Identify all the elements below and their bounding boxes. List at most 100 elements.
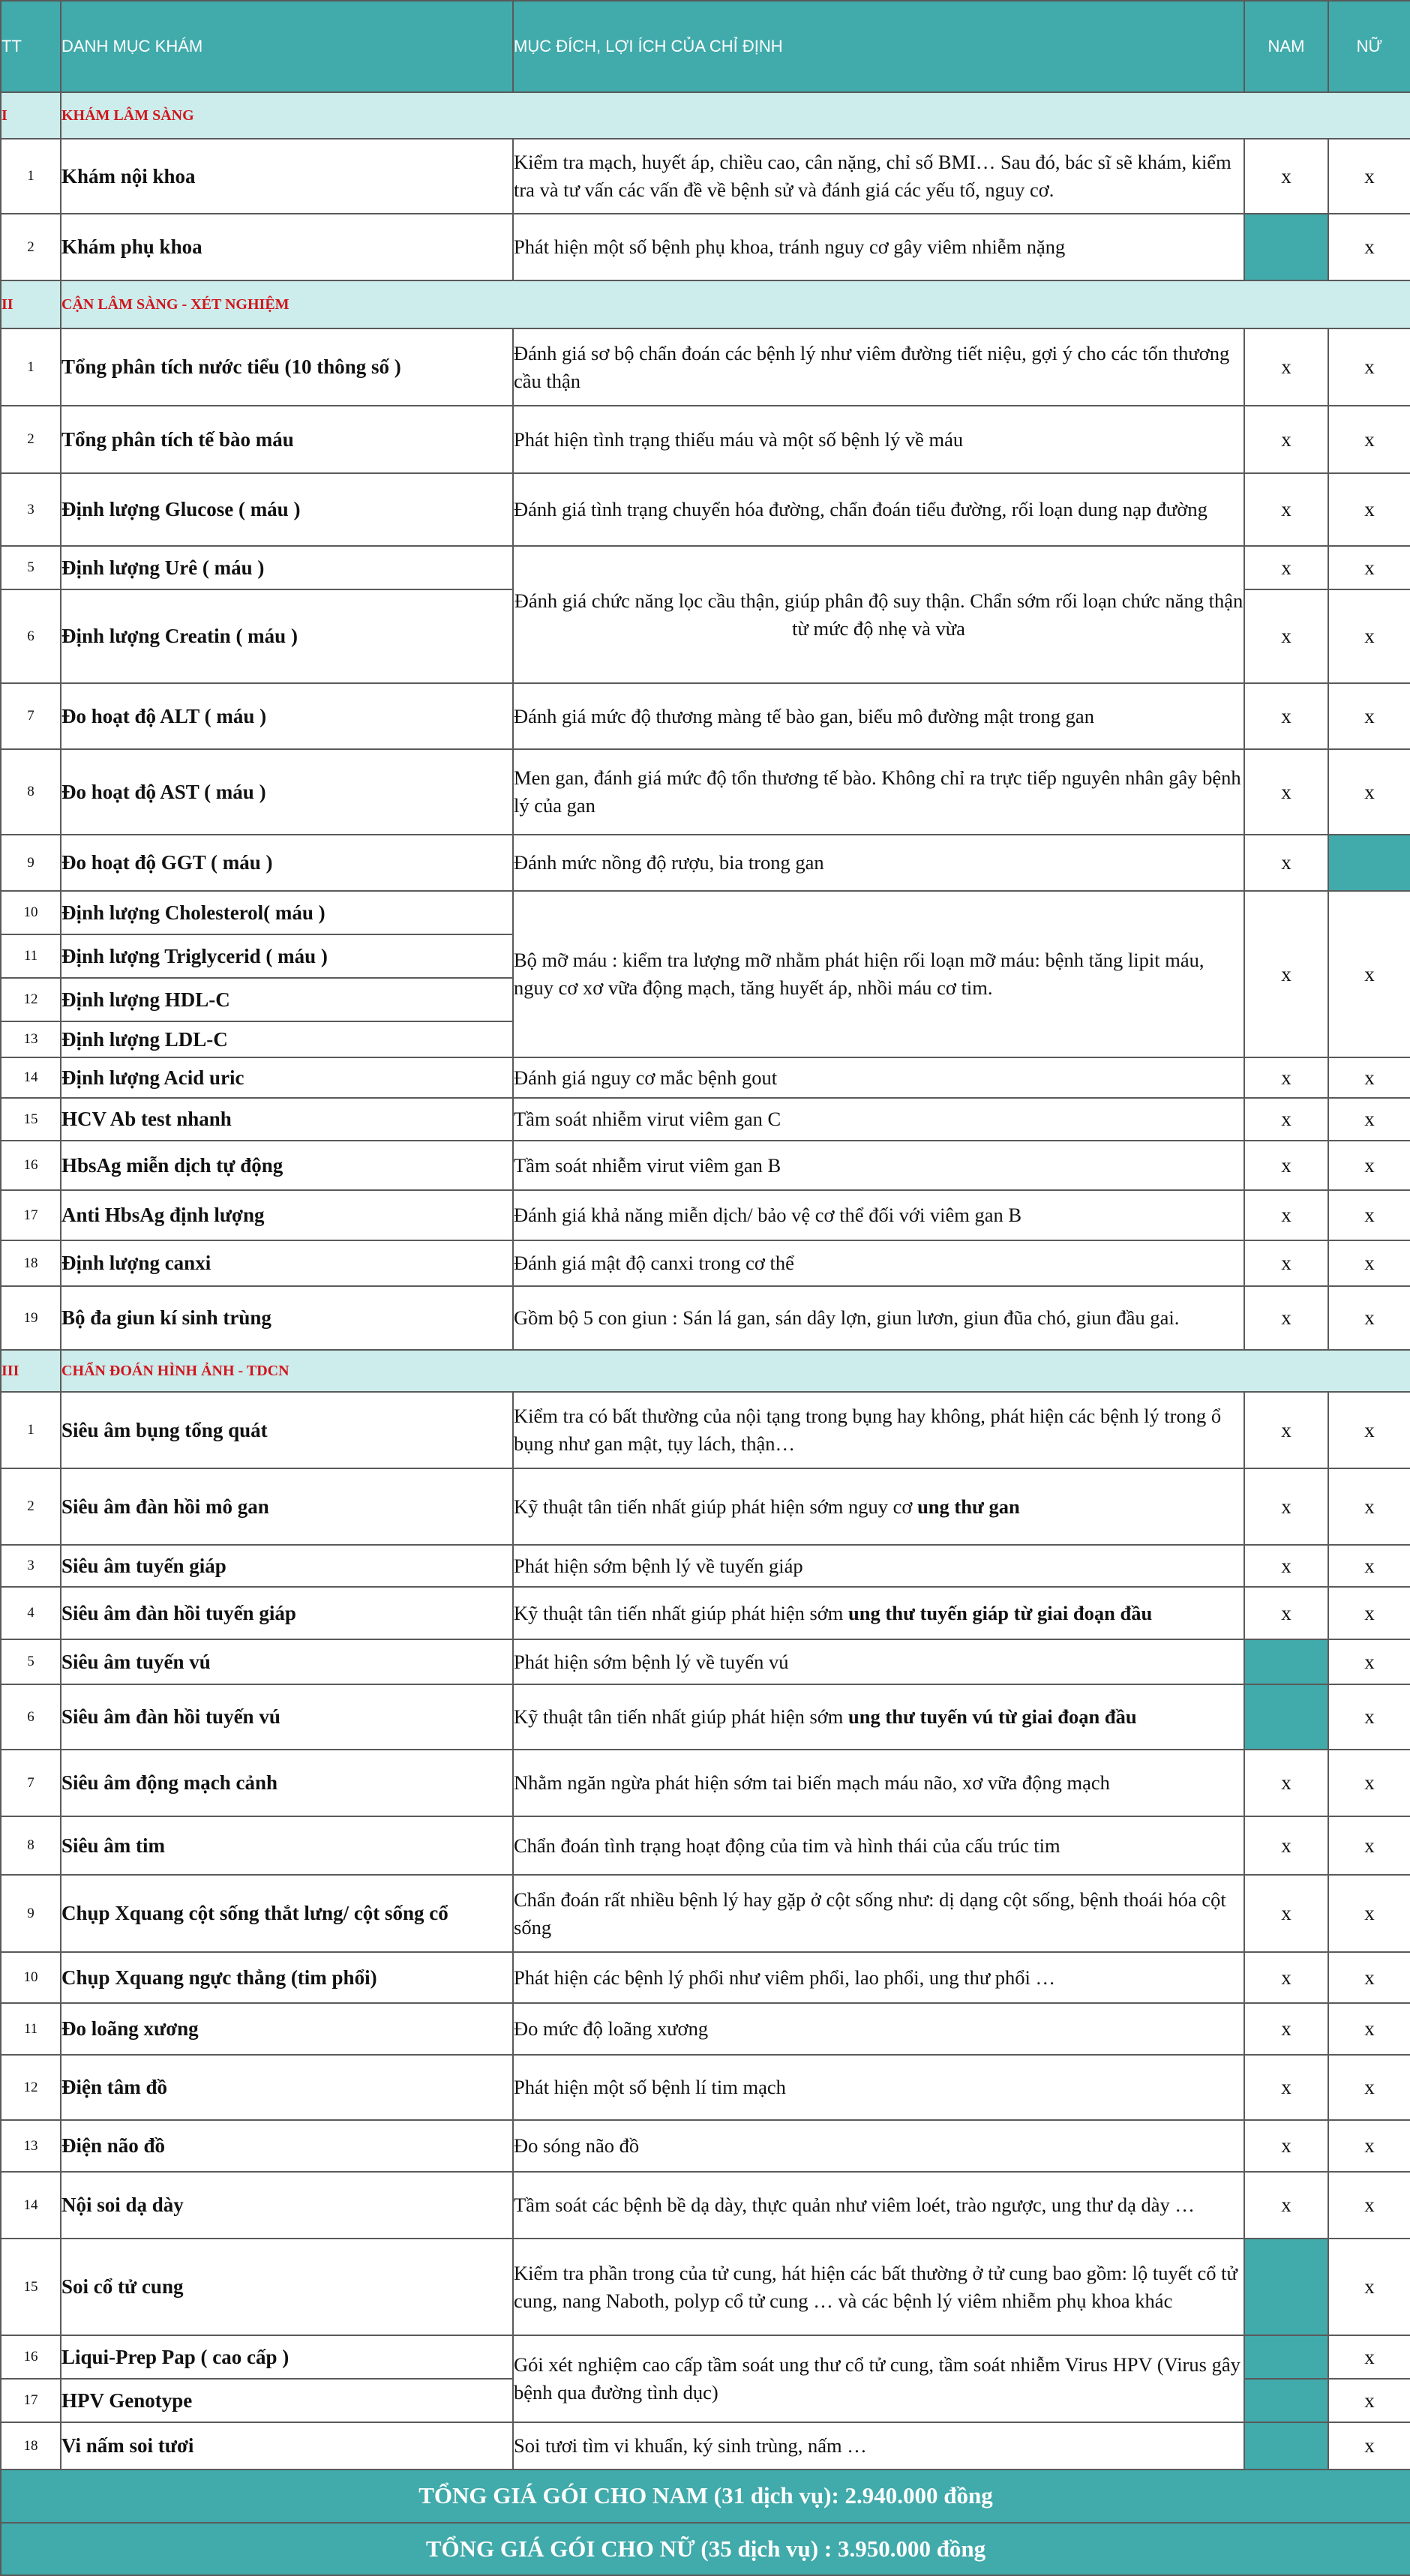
exam-name: Anti HbsAg định lượng xyxy=(60,1189,514,1241)
purpose-text: Kỹ thuật tân tiến nhất giúp phát hiện sớ… xyxy=(514,1601,849,1624)
table-body: I KHÁM LÂM SÀNG 1 Khám nội khoa Kiểm tra mạc… xyxy=(0,91,1410,2576)
female-check: x xyxy=(1328,2238,1410,2336)
exam-purpose: Men gan, đánh giá mức độ tổn thương tế b… xyxy=(512,748,1245,835)
table-row: 11 Đo loãng xương Đo mức độ loãng xương x x xyxy=(0,2002,1410,2056)
total-price-female: TỔNG GIÁ GÓI CHO NỮ (35 dịch vụ) : 3.950… xyxy=(0,2521,1410,2576)
female-check: x xyxy=(1328,1140,1410,1191)
exam-purpose: Kiểm tra mạch, huyết áp, chiều cao, cân … xyxy=(512,138,1245,214)
row-number: 15 xyxy=(0,2238,62,2336)
row-number: 7 xyxy=(0,682,62,750)
table-row: 10 Chụp Xquang ngực thẳng (tim phổi) Phát … xyxy=(0,1951,1410,2004)
exam-purpose: Bộ mỡ máu : kiểm tra lượng mỡ nhằm phát … xyxy=(512,890,1245,1058)
table-row: 14 Nội soi dạ dày Tầm soát các bệnh bề dạ … xyxy=(0,2171,1410,2239)
purpose-text: Kiểm tra có bất thường của nội tạng tron… xyxy=(514,1405,1222,1455)
table-row: 9 Chụp Xquang cột sống thắt lưng/ cột sốn… xyxy=(0,1874,1410,1953)
female-check xyxy=(1328,834,1410,892)
female-check: x xyxy=(1328,328,1410,406)
female-check: x xyxy=(1328,1749,1410,1817)
purpose-text: Gồm bộ 5 con giun : Sán lá gan, sán dây … xyxy=(514,1306,1180,1330)
exam-purpose: Kỹ thuật tân tiến nhất giúp phát hiện sớ… xyxy=(512,1468,1245,1546)
male-check: x xyxy=(1244,1240,1329,1287)
row-number: 14 xyxy=(0,2171,62,2239)
exam-name: Định lượng Acid uric xyxy=(60,1057,514,1099)
exam-purpose: Gồm bộ 5 con giun : Sán lá gan, sán dây … xyxy=(512,1285,1245,1351)
table-row: 1 Khám nội khoa Kiểm tra mạch, huyết áp, c… xyxy=(0,138,1410,214)
table-row: 8 Siêu âm tim Chẩn đoán tình trạng hoạt độ… xyxy=(0,1816,1410,1876)
exam-name: Chụp Xquang ngực thẳng (tim phổi) xyxy=(60,1951,514,2004)
exam-name: Định lượng Triglycerid ( máu ) xyxy=(60,934,514,979)
row-number: 12 xyxy=(0,977,62,1022)
exam-purpose: Đánh giá mật độ canxi trong cơ thể xyxy=(512,1240,1245,1287)
purpose-text: Phát hiện các bệnh lý phổi như viêm phổi… xyxy=(514,1966,1056,1989)
male-check xyxy=(1244,2378,1329,2423)
purpose-text: Phát hiện sớm bệnh lý về tuyến vú xyxy=(514,1650,789,1673)
purpose-text: Phát hiện tình trạng thiếu máu và một số… xyxy=(514,427,964,451)
exam-purpose: Phát hiện sớm bệnh lý về tuyến vú xyxy=(512,1639,1245,1685)
male-check: x xyxy=(1244,748,1329,835)
row-number: 16 xyxy=(0,1140,62,1191)
exam-purpose: Kiểm tra phần trong của tử cung, hát hiệ… xyxy=(512,2238,1245,2336)
exam-package-table: TT DANH MỤC KHÁM MỤC ĐÍCH, LỢI ÍCH CỦA C… xyxy=(0,0,1410,2576)
exam-purpose: Đo sóng não đồ xyxy=(512,2119,1245,2173)
male-check: x xyxy=(1244,682,1329,750)
exam-name: Định lượng Creatin ( máu ) xyxy=(60,589,514,684)
male-check: x xyxy=(1244,545,1329,590)
exam-purpose: Chẩn đoán rất nhiều bệnh lý hay gặp ở cộ… xyxy=(512,1874,1245,1953)
row-number: 18 xyxy=(0,1240,62,1287)
exam-name: Siêu âm bụng tổng quát xyxy=(60,1391,514,1469)
exam-name: Định lượng LDL-C xyxy=(60,1021,514,1058)
female-check: x xyxy=(1328,1468,1410,1546)
purpose-text: Chẩn đoán tình trạng hoạt động của tim v… xyxy=(514,1834,1060,1857)
female-check: x xyxy=(1328,1951,1410,2004)
exam-name: Siêu âm tuyến vú xyxy=(60,1639,514,1685)
total-price-male: TỔNG GIÁ GÓI CHO NAM (31 dịch vụ): 2.940… xyxy=(0,2469,1410,2524)
exam-name: Định lượng canxi xyxy=(60,1240,514,1287)
section-header-row: III CHẨN ĐOÁN HÌNH ẢNH - TDCN xyxy=(0,1349,1410,1393)
row-number: 9 xyxy=(0,834,62,892)
row-number: 6 xyxy=(0,1684,62,1750)
exam-name: Siêu âm tuyến giáp xyxy=(60,1544,514,1588)
row-number: 17 xyxy=(0,1189,62,1241)
male-check: x xyxy=(1244,1816,1329,1876)
table-row: 18 Vi nấm soi tươi Soi tươi tìm vi khuẩn, … xyxy=(0,2422,1410,2470)
exam-purpose: Đánh giá sơ bộ chẩn đoán các bệnh lý như… xyxy=(512,328,1245,406)
purpose-emphasis: ung thư tuyến vú từ giai đoạn đầu xyxy=(848,1705,1137,1729)
male-check: x xyxy=(1244,2054,1329,2121)
male-check: x xyxy=(1244,1586,1329,1640)
exam-purpose: Nhằm ngăn ngừa phát hiện sớm tai biến mạ… xyxy=(512,1749,1245,1817)
row-number: 12 xyxy=(0,2054,62,2121)
table-row: 8 Đo hoạt độ AST ( máu ) Men gan, đánh giá… xyxy=(0,748,1410,835)
exam-purpose: Phát hiện một số bệnh lí tim mạch xyxy=(512,2054,1245,2121)
female-check: x xyxy=(1328,2002,1410,2056)
purpose-text: Chẩn đoán rất nhiều bệnh lý hay gặp ở cộ… xyxy=(514,1888,1226,1939)
row-number: 8 xyxy=(0,1816,62,1876)
row-number: 2 xyxy=(0,213,62,281)
purpose-text: Kỹ thuật tân tiến nhất giúp phát hiện sớ… xyxy=(514,1705,849,1729)
female-check: x xyxy=(1328,545,1410,590)
exam-purpose: Đo mức độ loãng xương xyxy=(512,2002,1245,2056)
table-row: 12 Điện tâm đồ Phát hiện một số bệnh lí ti… xyxy=(0,2054,1410,2121)
male-check xyxy=(1244,213,1329,281)
exam-purpose: Tầm soát nhiễm virut viêm gan B xyxy=(512,1140,1245,1191)
exam-purpose: Đánh giá khả năng miễn dịch/ bảo vệ cơ t… xyxy=(512,1189,1245,1241)
exam-purpose: Đánh giá chức năng lọc cầu thận, giúp ph… xyxy=(512,545,1245,684)
purpose-text: Nhằm ngăn ngừa phát hiện sớm tai biến mạ… xyxy=(514,1771,1110,1795)
exam-name: Định lượng Glucose ( máu ) xyxy=(60,472,514,547)
exam-name: Vi nấm soi tươi xyxy=(60,2422,514,2470)
purpose-text: Kiểm tra mạch, huyết áp, chiều cao, cân … xyxy=(514,151,1232,201)
exam-purpose: Đánh mức nồng độ rượu, bia trong gan xyxy=(512,834,1245,892)
exam-name: Siêu âm tim xyxy=(60,1816,514,1876)
row-number: 7 xyxy=(0,1749,62,1817)
exam-name: HbsAg miễn dịch tự động xyxy=(60,1140,514,1191)
female-check: x xyxy=(1328,213,1410,281)
exam-purpose: Kiểm tra có bất thường của nội tạng tron… xyxy=(512,1391,1245,1469)
female-check: x xyxy=(1328,682,1410,750)
row-number: 18 xyxy=(0,2422,62,2470)
male-check xyxy=(1244,1639,1329,1685)
table-row: 15 Soi cổ tử cung Kiểm tra phần trong của … xyxy=(0,2238,1410,2336)
male-check: x xyxy=(1244,2119,1329,2173)
total-row-female: TỔNG GIÁ GÓI CHO NỮ (35 dịch vụ) : 3.950… xyxy=(0,2521,1410,2576)
table-row: 3 Siêu âm tuyến giáp Phát hiện sớm bệnh lý… xyxy=(0,1544,1410,1588)
purpose-text: Bộ mỡ máu : kiểm tra lượng mỡ nhằm phát … xyxy=(514,949,1204,999)
male-check: x xyxy=(1244,1057,1329,1099)
